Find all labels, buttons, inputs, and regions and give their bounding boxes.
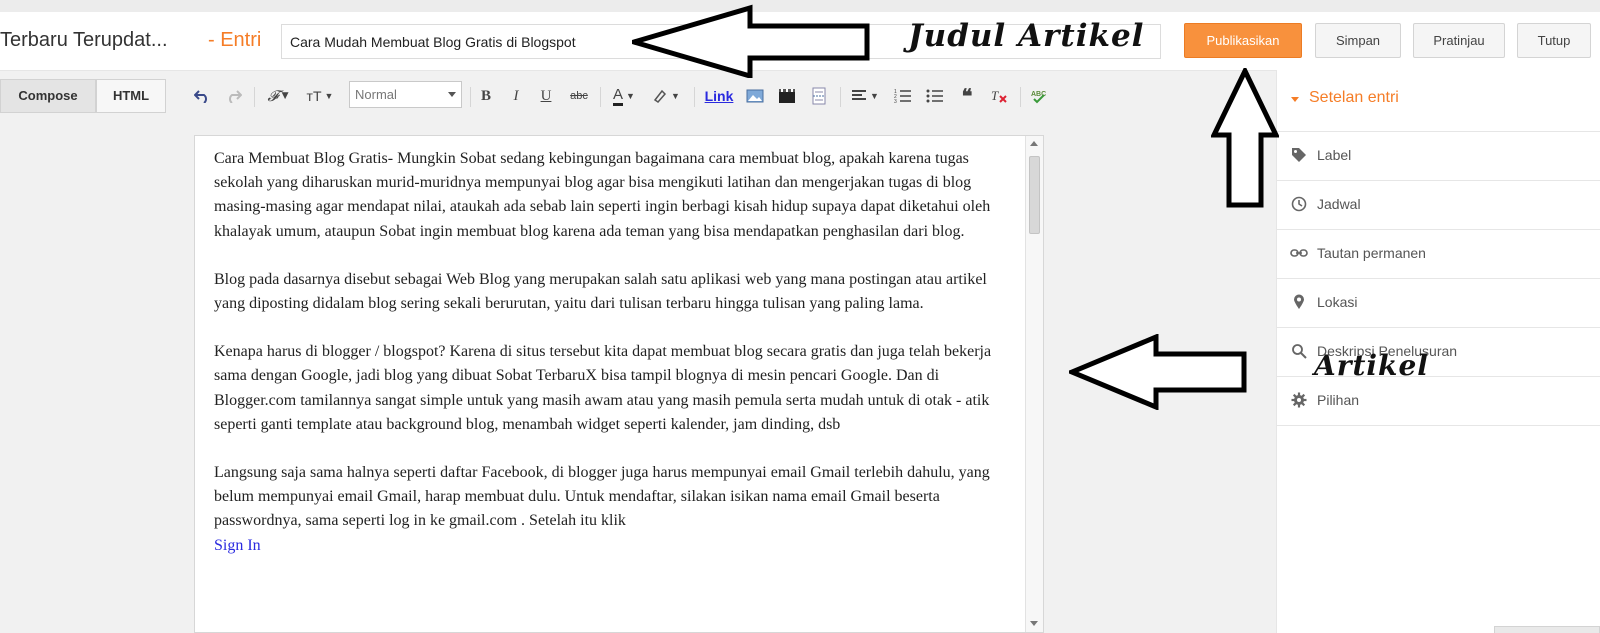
- align-icon[interactable]: ▼: [848, 84, 882, 108]
- bottom-tab[interactable]: [1494, 626, 1600, 633]
- text-color-icon[interactable]: A ▼: [608, 84, 640, 108]
- gear-icon: [1290, 391, 1308, 409]
- chevron-down-icon: [448, 92, 456, 97]
- tab-compose[interactable]: Compose: [0, 79, 96, 113]
- clock-icon: [1290, 195, 1308, 213]
- sidebar-item-permalink[interactable]: Tautan permanen: [1277, 230, 1600, 279]
- post-paragraph: Kenapa harus di blogger / blogspot? Kare…: [214, 343, 992, 433]
- spellcheck-icon[interactable]: ABC: [1028, 84, 1050, 108]
- scroll-down-icon[interactable]: [1030, 621, 1038, 626]
- search-icon: [1290, 342, 1308, 360]
- undo-icon[interactable]: [192, 84, 212, 108]
- svg-text:ABC: ABC: [1031, 91, 1046, 98]
- post-settings-title: Setelan entri: [1309, 89, 1399, 106]
- post-paragraph: Langsung saja sama halnya seperti daftar…: [214, 461, 1014, 558]
- location-pin-icon: [1290, 293, 1308, 311]
- blog-title[interactable]: Terbaru Terupdat...: [0, 29, 168, 52]
- italic-icon[interactable]: I: [508, 84, 524, 108]
- publish-annotation-arrow: [1211, 68, 1279, 208]
- sidebar-item-options[interactable]: Pilihan: [1277, 377, 1600, 426]
- strikethrough-icon[interactable]: abc: [568, 84, 590, 108]
- entri-label: - Entri: [208, 29, 262, 51]
- tag-icon: [1290, 146, 1308, 164]
- font-family-icon[interactable]: 𝓕 ▼: [262, 84, 294, 108]
- preview-button[interactable]: Pratinjau: [1413, 23, 1505, 58]
- sidebar-item-location[interactable]: Lokasi: [1277, 279, 1600, 328]
- sidebar-item-text: Jadwal: [1317, 196, 1361, 212]
- toolbar-divider: [600, 87, 601, 107]
- insert-video-icon[interactable]: [776, 84, 798, 108]
- numbered-list-icon[interactable]: 123: [892, 84, 914, 108]
- save-button[interactable]: Simpan: [1315, 23, 1401, 58]
- bulleted-list-icon[interactable]: [924, 84, 946, 108]
- post-settings-header[interactable]: Setelan entri: [1277, 70, 1600, 132]
- redo-icon[interactable]: [224, 84, 244, 108]
- scroll-up-icon[interactable]: [1030, 141, 1038, 146]
- sign-in-link[interactable]: Sign In: [214, 537, 261, 554]
- quote-icon[interactable]: ❝: [956, 84, 978, 108]
- link-icon: [1290, 244, 1308, 262]
- title-annotation-label: Judul Artikel: [908, 18, 1145, 54]
- insert-jump-break-icon[interactable]: [808, 84, 830, 108]
- sidebar-item-label[interactable]: Label: [1277, 132, 1600, 181]
- title-annotation-arrow: [632, 4, 870, 78]
- underline-icon[interactable]: U: [538, 84, 554, 108]
- publish-button[interactable]: Publikasikan: [1184, 23, 1302, 58]
- bold-icon[interactable]: B: [478, 84, 494, 108]
- insert-link-button[interactable]: Link: [704, 84, 734, 108]
- toolbar-divider: [694, 87, 695, 107]
- sidebar-item-text: Label: [1317, 147, 1352, 163]
- highlight-color-icon[interactable]: ▼: [648, 84, 684, 108]
- svg-text:3: 3: [894, 99, 897, 104]
- caret-down-icon: [1291, 97, 1299, 102]
- editor-scrollbar[interactable]: [1025, 136, 1043, 632]
- toolbar-divider: [254, 87, 255, 107]
- article-annotation-label: Artikel: [1314, 349, 1429, 382]
- sidebar-item-schedule[interactable]: Jadwal: [1277, 181, 1600, 230]
- paragraph-format-select[interactable]: Normal: [349, 81, 462, 108]
- sidebar-item-text: Lokasi: [1317, 294, 1358, 310]
- post-body-content[interactable]: Cara Membuat Blog Gratis- Mungkin Sobat …: [214, 147, 1014, 558]
- post-paragraph: Cara Membuat Blog Gratis- Mungkin Sobat …: [214, 150, 991, 240]
- scroll-thumb[interactable]: [1029, 156, 1040, 234]
- insert-image-icon[interactable]: [744, 84, 766, 108]
- article-annotation-arrow: [1069, 334, 1247, 410]
- post-paragraph-text: Langsung saja sama halnya seperti daftar…: [214, 464, 990, 530]
- toolbar-divider: [470, 87, 471, 107]
- post-body-editor[interactable]: Cara Membuat Blog Gratis- Mungkin Sobat …: [194, 135, 1044, 633]
- close-button[interactable]: Tutup: [1517, 23, 1591, 58]
- post-paragraph: Blog pada dasarnya disebut sebagai Web B…: [214, 270, 987, 313]
- toolbar-divider: [1020, 87, 1021, 107]
- sidebar-item-text: Tautan permanen: [1317, 245, 1426, 261]
- toolbar-divider: [840, 87, 841, 107]
- tab-html[interactable]: HTML: [96, 79, 166, 113]
- font-size-icon[interactable]: тT ▼: [302, 84, 338, 108]
- remove-formatting-icon[interactable]: T: [988, 84, 1010, 108]
- svg-text:T: T: [991, 88, 999, 103]
- paragraph-format-value: Normal: [355, 87, 397, 102]
- sidebar-item-text: Pilihan: [1317, 392, 1360, 408]
